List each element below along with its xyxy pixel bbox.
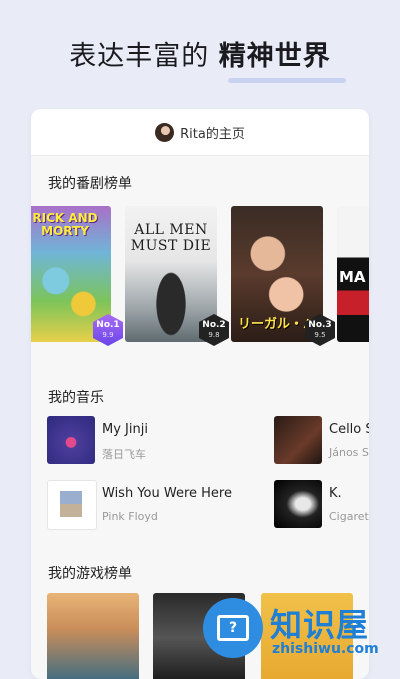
profile-card: Rita的主页 我的番剧榜单 RICK AND MORTY ALL MEN MU… <box>31 109 369 679</box>
drama-poster-row: RICK AND MORTY ALL MEN MUST DIE リーガル・ハ M… <box>31 206 369 346</box>
poster-title: ALL MEN MUST DIE <box>130 222 212 254</box>
watermark-url: zhishiwu.com <box>272 641 379 657</box>
album-cover <box>47 416 95 464</box>
rank-label: No.1 <box>96 320 120 330</box>
music-item[interactable]: Cello S János S <box>274 416 369 466</box>
album-cover <box>47 480 97 530</box>
rank-label: No.2 <box>202 320 226 330</box>
watermark-logo-icon: ? <box>203 598 263 658</box>
game-cover[interactable] <box>47 593 139 679</box>
headline-normal: 表达丰富的 <box>69 41 210 72</box>
music-title: K. <box>329 486 342 501</box>
music-artist: Cigaret <box>329 510 369 523</box>
profile-title: Rita的主页 <box>180 126 245 142</box>
headline-bold: 精神世界 <box>218 41 331 72</box>
rank-score: 9.8 <box>208 331 220 339</box>
music-section-title: 我的音乐 <box>48 390 104 406</box>
profile-header: Rita的主页 <box>31 109 369 156</box>
music-artist: 落日飞车 <box>102 448 146 461</box>
drama-section-title: 我的番剧榜单 <box>48 176 132 192</box>
music-item[interactable]: K. Cigaret <box>274 480 369 530</box>
music-title: Wish You Were Here <box>102 486 232 501</box>
rank-score: 9.9 <box>102 331 114 339</box>
headline: 表达丰富的 精神世界 <box>0 34 400 73</box>
music-title: My Jinji <box>102 422 148 437</box>
watermark-text: 知识屋 <box>270 606 370 644</box>
rank-label: No.3 <box>308 320 332 330</box>
avatar[interactable] <box>155 122 175 142</box>
poster-title: MA <box>339 268 366 286</box>
album-cover <box>274 416 322 464</box>
music-artist: Pink Floyd <box>102 510 158 523</box>
monitor-question-icon: ? <box>217 615 249 641</box>
headline-underline <box>228 78 346 83</box>
rank-score: 9.5 <box>314 331 326 339</box>
music-item[interactable]: Wish You Were Here Pink Floyd <box>47 480 267 530</box>
poster-title: RICK AND MORTY <box>32 211 98 238</box>
poster-partial[interactable]: MA <box>337 206 369 342</box>
music-artist: János S <box>329 446 369 459</box>
games-section-title: 我的游戏榜单 <box>48 566 132 582</box>
music-title: Cello S <box>329 422 369 437</box>
album-cover <box>274 480 322 528</box>
music-item[interactable]: My Jinji 落日飞车 <box>47 416 267 466</box>
